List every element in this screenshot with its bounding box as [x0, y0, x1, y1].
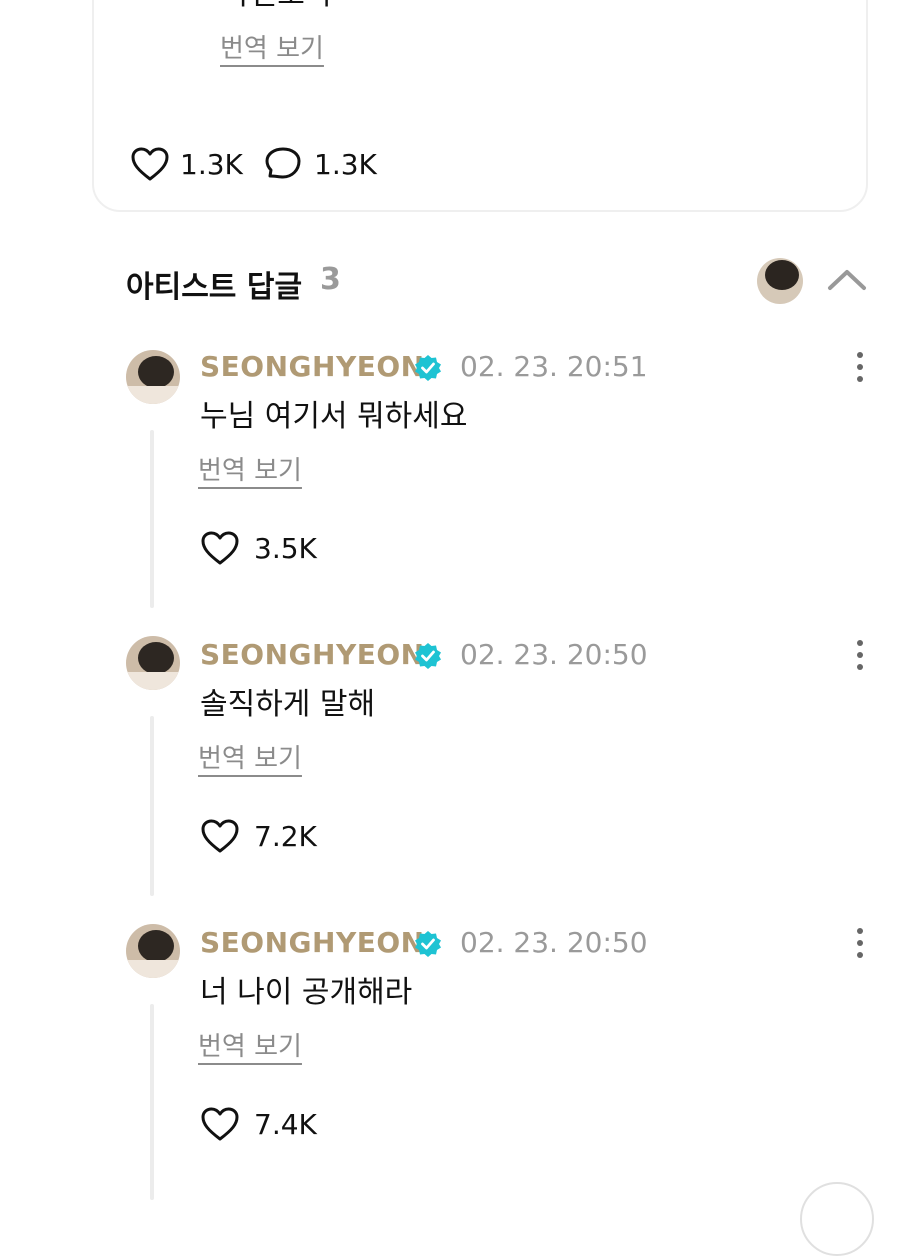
post-text: 마틴오빠 — [222, 0, 332, 14]
thread-line — [150, 430, 154, 608]
artist-replies-count: 3 — [320, 262, 341, 297]
reply-translate-link[interactable]: 번역 보기 — [198, 454, 302, 488]
post-translate-link[interactable]: 번역 보기 — [220, 32, 324, 66]
reply-author[interactable]: SEONGHYEON — [200, 350, 425, 383]
reply-like-button[interactable]: 7.4K — [200, 1106, 317, 1142]
reply-like-count: 7.2K — [254, 819, 317, 853]
reply-like-button[interactable]: 3.5K — [200, 530, 317, 566]
chevron-up-icon[interactable] — [826, 266, 868, 294]
reply-like-button[interactable]: 7.2K — [200, 818, 317, 854]
reply-timestamp: 02. 23. 20:51 — [460, 350, 648, 383]
reply-avatar[interactable] — [126, 636, 180, 690]
more-options-icon[interactable] — [852, 928, 868, 960]
reply-timestamp: 02. 23. 20:50 — [460, 926, 648, 959]
post-card: 마틴오빠 번역 보기 1.3K 1.3K — [92, 0, 868, 212]
reply-author[interactable]: SEONGHYEON — [200, 926, 425, 959]
post-comment-count: 1.3K — [314, 147, 377, 181]
reply-text: 너 나이 공개해라 — [200, 975, 413, 1010]
post-like-button[interactable]: 1.3K — [130, 146, 243, 182]
artist-replies-title: 아티스트 답글 — [126, 270, 303, 305]
reply-text: 누님 여기서 뭐하세요 — [200, 399, 468, 434]
reply-text: 솔직하게 말해 — [200, 687, 376, 722]
reply-translate-link[interactable]: 번역 보기 — [198, 1030, 302, 1064]
heart-icon — [201, 531, 239, 565]
more-options-icon[interactable] — [852, 352, 868, 384]
more-options-icon[interactable] — [852, 640, 868, 672]
heart-icon — [131, 147, 169, 181]
comment-bubble-icon — [265, 147, 301, 179]
reply-like-count: 7.4K — [254, 1107, 317, 1141]
reply-timestamp: 02. 23. 20:50 — [460, 638, 648, 671]
heart-icon — [201, 1107, 239, 1141]
verified-badge-icon — [415, 931, 441, 957]
reply-author[interactable]: SEONGHYEON — [200, 638, 425, 671]
reply-like-count: 3.5K — [254, 531, 317, 565]
heart-icon — [201, 819, 239, 853]
artist-avatar — [757, 258, 803, 304]
verified-badge-icon — [415, 643, 441, 669]
thread-line — [150, 1004, 154, 1200]
post-comment-button[interactable]: 1.3K — [264, 146, 377, 182]
scroll-top-button[interactable] — [800, 1182, 874, 1256]
verified-badge-icon — [415, 355, 441, 381]
post-like-count: 1.3K — [180, 147, 243, 181]
reply-avatar[interactable] — [126, 350, 180, 404]
reply-translate-link[interactable]: 번역 보기 — [198, 742, 302, 776]
reply-avatar[interactable] — [126, 924, 180, 978]
thread-line — [150, 716, 154, 896]
